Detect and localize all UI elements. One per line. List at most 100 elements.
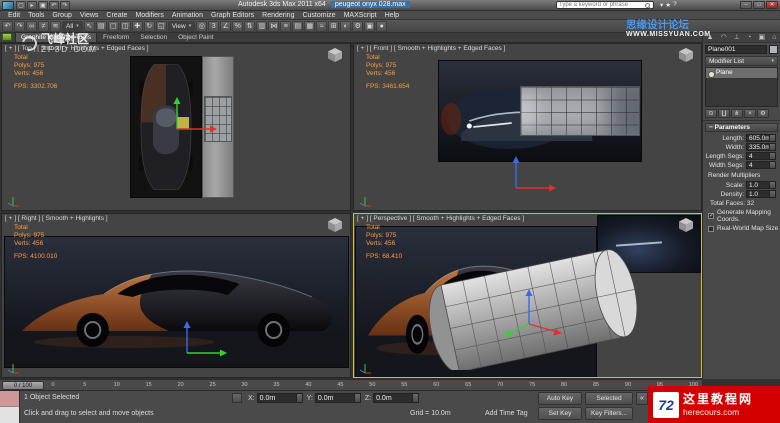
viewcube[interactable]	[326, 47, 344, 63]
reference-coordinate-dropdown[interactable]: View	[167, 20, 196, 32]
rendered-frame-window-icon[interactable]: ▣	[364, 20, 376, 32]
material-editor-icon[interactable]: ◐	[340, 20, 352, 32]
move-gizmo[interactable]	[490, 154, 560, 211]
key-filters-button[interactable]: Key Filters...	[585, 407, 633, 420]
frame-tick[interactable]: 25	[210, 382, 216, 388]
move-gizmo[interactable]	[499, 284, 569, 344]
selection-filter-dropdown[interactable]: All	[62, 20, 83, 32]
frame-tick[interactable]: 5	[82, 382, 88, 388]
real-world-map-size-checkbox[interactable]	[708, 225, 714, 232]
parameter-spinner[interactable]: 605.0m	[746, 134, 776, 142]
menu-item[interactable]: Rendering	[258, 12, 298, 19]
timeline-track-bar[interactable]: 0 / 100 0 5 10 15 20 25 30 35 40 45 50 55 60 65 70 75 80…	[0, 379, 702, 391]
select-by-name-icon[interactable]: ▤	[95, 20, 107, 32]
maxscript-mini-listener[interactable]	[0, 391, 20, 423]
frame-tick[interactable]: 10	[114, 382, 120, 388]
viewcube[interactable]	[677, 47, 695, 63]
frame-tick[interactable]: 70	[497, 382, 503, 388]
parameters-rollout-header[interactable]: Parameters	[705, 123, 778, 132]
menu-item[interactable]: Customize	[298, 12, 339, 19]
window-close-button[interactable]: ✕	[766, 1, 778, 9]
select-and-rotate-icon[interactable]: ↻	[143, 20, 155, 32]
move-gizmo[interactable]	[151, 95, 221, 155]
go-to-start-icon[interactable]: «	[636, 392, 648, 405]
frame-tick[interactable]: 85	[593, 382, 599, 388]
render-setup-icon[interactable]: ⚙	[352, 20, 364, 32]
coordinate-input[interactable]: 0.0m	[314, 393, 361, 403]
menu-item[interactable]: Tools	[24, 12, 48, 19]
parameter-spinner[interactable]: 4	[746, 152, 776, 160]
menu-item[interactable]: Help	[381, 12, 403, 19]
modifier-stack[interactable]: Plane	[705, 67, 778, 107]
frame-tick[interactable]: 0	[50, 382, 56, 388]
parameter-spinner[interactable]: 335.0m	[746, 143, 776, 151]
frame-tick[interactable]: 15	[146, 382, 152, 388]
use-pivot-center-icon[interactable]: ◎	[196, 20, 208, 32]
new-scene-icon[interactable]: ▢	[16, 0, 26, 10]
select-and-link-icon[interactable]: ∞	[26, 20, 37, 32]
frame-tick[interactable]: 65	[465, 382, 471, 388]
tab-freeform[interactable]: Freeform	[98, 33, 134, 42]
show-end-result-icon[interactable]: ∐	[718, 109, 730, 118]
selected-dropdown[interactable]: Selected	[585, 392, 633, 405]
snaps-toggle-icon[interactable]: 3	[208, 20, 220, 32]
coordinate-input[interactable]: 0.0m	[373, 393, 420, 403]
frame-tick[interactable]: 75	[529, 382, 535, 388]
menu-item[interactable]: MAXScript	[340, 12, 381, 19]
unlink-selection-icon[interactable]: ≠	[38, 20, 49, 32]
redo-qat-icon[interactable]: ↷	[60, 0, 70, 10]
edit-named-selections-icon[interactable]: ▥	[256, 20, 268, 32]
save-file-icon[interactable]: ▣	[38, 0, 48, 10]
viewcube[interactable]	[677, 217, 695, 233]
percent-snap-icon[interactable]: %	[232, 20, 244, 32]
window-minimize-button[interactable]: –	[740, 1, 752, 9]
redo-icon[interactable]: ↷	[14, 20, 25, 32]
frame-tick[interactable]: 20	[178, 382, 184, 388]
frame-tick[interactable]: 50	[369, 382, 375, 388]
viewcube[interactable]	[326, 217, 344, 233]
generate-mapping-coords-checkbox[interactable]	[708, 213, 714, 219]
pin-stack-icon[interactable]: ⊙	[705, 109, 717, 118]
graphite-ribbon-toggle-icon[interactable]: ▦	[304, 20, 316, 32]
modifier-list-dropdown[interactable]: Modifier List	[705, 56, 778, 66]
angle-snap-icon[interactable]: ∠	[220, 20, 232, 32]
modify-tab[interactable]: ◠	[719, 33, 729, 42]
sign-in-icon[interactable]: ▾	[660, 1, 663, 9]
set-key-button[interactable]: Set Key	[538, 407, 582, 420]
viewport-front[interactable]: [ + ] [ Front ] [ Smooth + Highlights + …	[353, 43, 702, 211]
menu-item[interactable]: Graph Editors	[207, 12, 258, 19]
utilities-tab[interactable]: ⌂	[770, 33, 778, 42]
menu-item[interactable]: Animation	[168, 12, 207, 19]
frame-tick[interactable]: 40	[305, 382, 311, 388]
menu-item[interactable]: Views	[76, 12, 103, 19]
auto-key-button[interactable]: Auto Key	[538, 392, 582, 405]
help-icon[interactable]: ?	[673, 1, 677, 9]
frame-tick[interactable]: 35	[273, 382, 279, 388]
search-icon[interactable]	[645, 2, 650, 8]
hierarchy-tab[interactable]: ⊥	[732, 33, 742, 42]
undo-icon[interactable]: ↶	[2, 20, 13, 32]
add-time-tag[interactable]: Add Time Tag	[485, 410, 528, 417]
frame-tick[interactable]: 60	[433, 382, 439, 388]
tab-selection[interactable]: Selection	[135, 33, 172, 42]
select-and-scale-icon[interactable]: ◱	[155, 20, 167, 32]
viewport-perspective[interactable]: [ + ] [ Perspective ] [ Smooth + Highlig…	[353, 213, 702, 378]
stack-item-plane[interactable]: Plane	[706, 68, 777, 78]
frame-tick[interactable]: 45	[337, 382, 343, 388]
align-icon[interactable]: ≡	[280, 20, 292, 32]
coordinate-input[interactable]: 0.0m	[256, 393, 303, 403]
application-menu-icon[interactable]	[2, 0, 14, 10]
curve-editor-icon[interactable]: ≈	[316, 20, 328, 32]
lock-selection-toggle[interactable]	[232, 393, 242, 403]
menu-item[interactable]: Edit	[4, 12, 24, 19]
viewport-right-label[interactable]: [ + ] [ Right ] [ Smooth + Highlights ]	[5, 215, 108, 222]
viewport-front-label[interactable]: [ + ] [ Front ] [ Smooth + Highlights + …	[357, 45, 505, 52]
motion-tab[interactable]: ◔	[745, 33, 753, 42]
parameter-spinner[interactable]: 1.0	[746, 190, 776, 198]
infocenter-search[interactable]	[556, 1, 654, 9]
window-maximize-button[interactable]: □	[753, 1, 765, 9]
menu-item[interactable]: Create	[102, 12, 131, 19]
make-unique-icon[interactable]: ⋔	[731, 109, 743, 118]
move-gizmo[interactable]	[161, 319, 231, 378]
configure-modifier-sets-icon[interactable]: ⚙	[757, 109, 769, 118]
